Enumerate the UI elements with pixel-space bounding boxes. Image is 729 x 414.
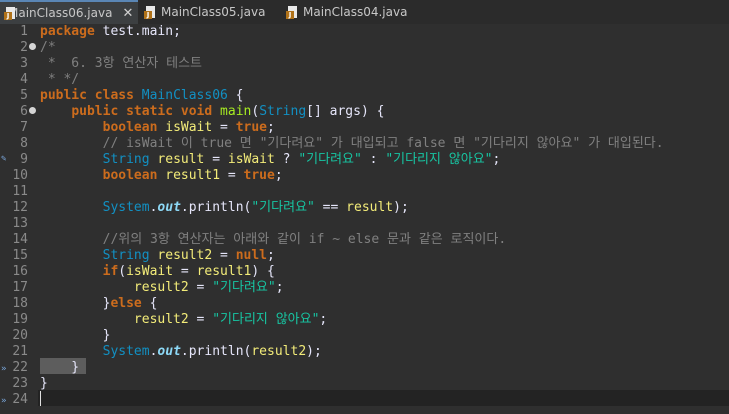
code-line-1: package test.main; xyxy=(40,24,181,39)
code-line-23: } xyxy=(40,376,48,391)
line-number: 3 xyxy=(20,56,28,71)
tab-mainclass06[interactable]: J MainClass06.java ✕ xyxy=(0,0,138,24)
change-marker-icon[interactable]: » xyxy=(1,365,9,374)
line-number: 12 xyxy=(12,200,28,215)
tab-mainclass04[interactable]: J MainClass04.java xyxy=(282,0,422,24)
line-number: 13 xyxy=(12,216,28,231)
line-number: 23 xyxy=(12,376,28,391)
change-marker-icon[interactable]: » xyxy=(1,397,9,406)
line-number: 14 xyxy=(12,232,28,247)
code-line-8: // isWait 이 true 면 "기다려요" 가 대입되고 false 면… xyxy=(40,136,664,151)
line-number: 2 xyxy=(20,40,28,55)
tab-mainclass05[interactable]: J MainClass05.java xyxy=(140,0,280,24)
code-line-18: }else { xyxy=(102,296,158,311)
line-number: 15 xyxy=(12,248,28,263)
code-line-20: } xyxy=(40,328,111,343)
code-line-16: if(isWait = result1) { xyxy=(102,264,275,279)
line-number: 8 xyxy=(20,136,28,151)
line-number: 18 xyxy=(12,296,28,311)
line-number-gutter: 1 2 3 4 5 6 7 8 9 10 11 12 13 14 15 16 17 18 19 20 21 22 23 24 xyxy=(0,24,38,414)
java-file-icon: J xyxy=(144,5,157,19)
tab-label: MainClass05.java xyxy=(161,5,266,19)
tab-label: MainClass04.java xyxy=(303,5,408,19)
warning-marker-icon[interactable]: ✎ xyxy=(1,155,9,164)
line-number: 4 xyxy=(20,72,28,87)
code-line-21: System.out.println(result2); xyxy=(102,344,322,359)
java-file-icon: J xyxy=(286,5,299,19)
close-icon[interactable]: ✕ xyxy=(122,6,133,21)
code-line-17: result2 = "기다려요"; xyxy=(133,280,284,295)
text-cursor xyxy=(40,391,41,406)
line-number: 6 xyxy=(20,104,28,119)
line-number: 5 xyxy=(20,88,28,103)
line-number: 1 xyxy=(20,24,28,39)
editor-tab-bar: J MainClass06.java ✕ J MainClass05.java … xyxy=(0,0,729,25)
fold-icon[interactable] xyxy=(29,107,36,114)
tab-label: MainClass06.java xyxy=(8,6,113,20)
code-line-9: String result = isWait ? "기다려요" : "기다리지 … xyxy=(102,152,501,167)
current-line-highlight xyxy=(38,390,729,406)
code-line-6: public static void main(String[] args) { xyxy=(71,104,385,119)
code-line-15: String result2 = null; xyxy=(102,248,275,263)
code-editor[interactable]: 1 2 3 4 5 6 7 8 9 10 11 12 13 14 15 16 17 18 19 20 21 22 23 24 … xyxy=(0,24,729,414)
code-line-12: System.out.println("기다려요" == result); xyxy=(102,200,409,215)
line-number: 21 xyxy=(12,344,28,359)
line-number: 19 xyxy=(12,312,28,327)
line-number: 11 xyxy=(12,184,28,199)
code-line-19: result2 = "기다리지 않아요"; xyxy=(133,312,328,327)
line-number: 7 xyxy=(20,120,28,135)
code-line-3: * 6. 3항 연산자 테스트 xyxy=(40,56,202,71)
code-line-7: boolean isWait = true; xyxy=(102,120,275,135)
code-line-10: boolean result1 = true; xyxy=(102,168,283,183)
code-line-22: } xyxy=(40,360,80,375)
code-line-5: public class MainClass06 { xyxy=(40,88,244,103)
code-line-2: /* xyxy=(40,40,56,55)
code-line-14: //위의 3항 연산자는 아래와 같이 if ~ else 문과 같은 로직이다… xyxy=(40,232,507,247)
fold-icon[interactable] xyxy=(29,43,36,50)
line-number: 20 xyxy=(12,328,28,343)
line-number: 17 xyxy=(12,280,28,295)
line-number: 16 xyxy=(12,264,28,279)
line-number: 10 xyxy=(12,168,28,183)
code-line-4: * */ xyxy=(40,72,80,87)
